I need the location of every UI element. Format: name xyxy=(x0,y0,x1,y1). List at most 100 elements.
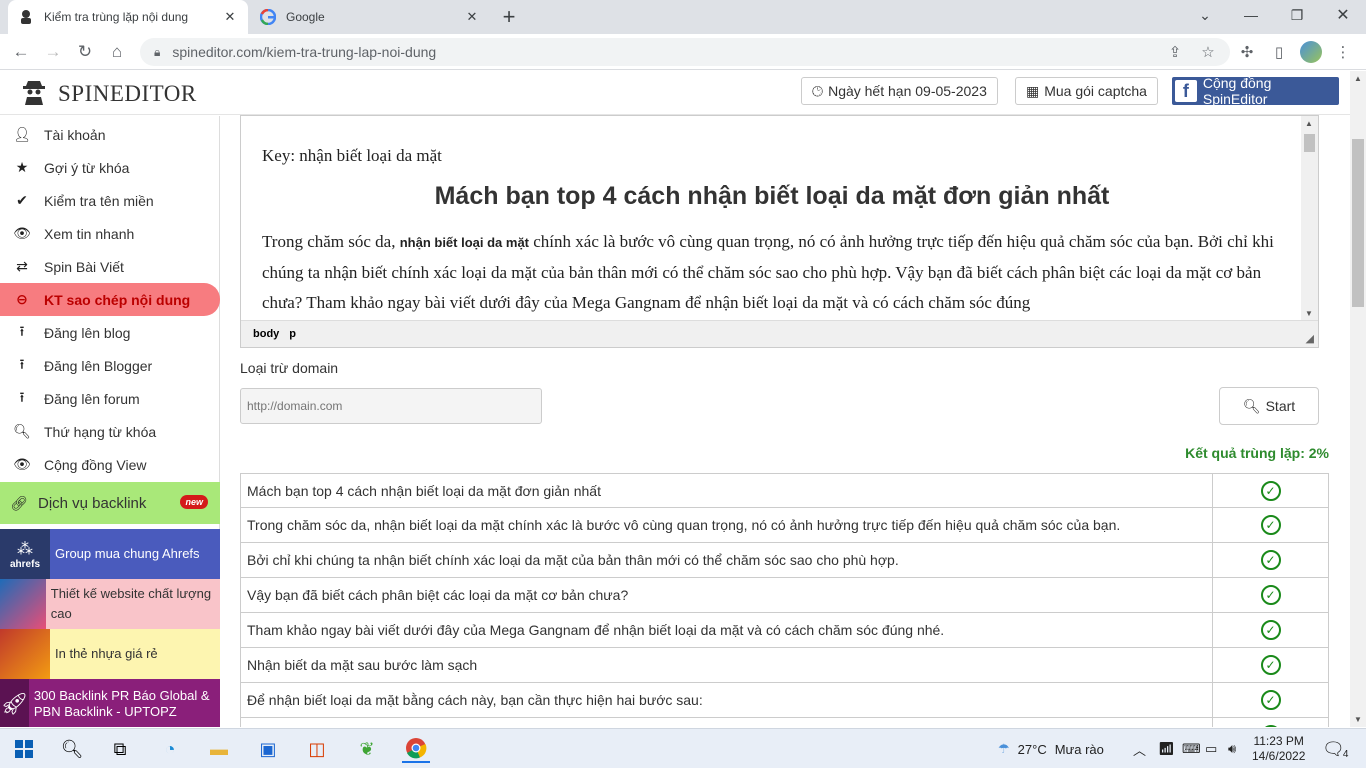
page-scroll-down-icon[interactable]: ▼ xyxy=(1354,715,1362,724)
facebook-icon: f xyxy=(1175,80,1197,102)
home-icon[interactable]: ⌂ xyxy=(104,39,130,65)
ad-ahrefs[interactable]: ⁂ ahrefs Group mua chung Ahrefs xyxy=(0,529,220,579)
sidebar-item-label: Kiểm tra tên miền xyxy=(44,192,154,209)
exclude-domain-input[interactable] xyxy=(240,388,542,424)
resize-handle-icon[interactable]: ◢ xyxy=(1306,332,1314,345)
editor-scrollbar[interactable]: ▲ ▼ xyxy=(1301,116,1318,321)
scroll-up-icon[interactable]: ▲ xyxy=(1305,119,1313,128)
sidebar-item-community-view[interactable]: 👁︎ Cộng đồng View xyxy=(0,448,220,481)
content-editor[interactable]: Key: nhận biết loại da mặt Mách bạn top … xyxy=(240,115,1319,348)
page-scroll-thumb[interactable] xyxy=(1352,139,1364,307)
sidebar-item-spin-article[interactable]: ⇄ Spin Bài Viết xyxy=(0,250,220,283)
back-icon[interactable]: ← xyxy=(8,39,34,65)
sidebar-item-account[interactable]: 👤︎ Tài khoản xyxy=(0,118,220,151)
windows-start-icon[interactable] xyxy=(10,735,38,763)
sidebar-item-post-forum[interactable]: ⭱ Đăng lên forum xyxy=(0,382,220,415)
clock-icon: 🕑︎ xyxy=(812,82,824,99)
chrome-menu-icon[interactable]: ⋮ xyxy=(1330,39,1356,65)
buy-captcha-button[interactable]: ▦ Mua gói captcha xyxy=(1015,77,1158,105)
table-row: Tham khảo ngay bài viết dưới đây của Meg… xyxy=(240,613,1329,648)
clock-time: 11:23 PM xyxy=(1253,734,1304,748)
new-tab-icon[interactable]: + xyxy=(494,2,524,32)
community-label: Cộng đồng SpinEditor xyxy=(1202,75,1272,107)
table-row: ✓ xyxy=(240,718,1329,727)
file-explorer-icon[interactable]: ▬ xyxy=(205,735,233,763)
search-icon[interactable]: 🔍︎ xyxy=(58,735,86,763)
sidebar-item-copy-check[interactable]: ⊖ KT sao chép nội dung xyxy=(0,283,220,316)
sidebar-item-label: Spin Bài Viết xyxy=(44,258,124,275)
weather-widget[interactable]: ☂ 27°C Mưa rào xyxy=(998,729,1104,769)
tray-chevron-icon[interactable]: ︿ xyxy=(1133,729,1146,769)
battery-icon[interactable]: ▭ xyxy=(1205,729,1217,769)
editor-scroll-thumb[interactable] xyxy=(1304,134,1315,152)
weather-temp: 27°C xyxy=(1017,741,1047,757)
close-window-icon[interactable]: ✕ xyxy=(1320,0,1366,30)
chrome-icon[interactable] xyxy=(402,735,430,763)
expiry-button[interactable]: 🕑︎ Ngày hết hạn 09-05-2023 xyxy=(801,77,998,105)
bookmark-star-icon[interactable]: ☆ xyxy=(1195,39,1221,65)
qr-icon: ▦ xyxy=(1026,82,1040,99)
forward-icon[interactable]: → xyxy=(40,39,66,65)
shuffle-icon: ⇄ xyxy=(16,258,28,274)
app-icon[interactable]: ❦ xyxy=(353,735,381,763)
sidebar-item-post-blogger[interactable]: ⭱ Đăng lên Blogger xyxy=(0,349,220,382)
restore-icon[interactable]: ❐ xyxy=(1274,0,1320,30)
sidebar-item-keyword-suggest[interactable]: ★ Gợi ý từ khóa xyxy=(0,151,220,184)
card-thumb xyxy=(0,629,50,679)
brand-logo[interactable]: SPINEDITOR xyxy=(22,77,197,111)
clock[interactable]: 11:23 PM 14/6/2022 xyxy=(1252,729,1305,769)
sidebar-item-post-blog[interactable]: ⭱ Đăng lên blog xyxy=(0,316,220,349)
path-p[interactable]: p xyxy=(289,328,296,340)
store-icon[interactable]: ▣ xyxy=(254,735,282,763)
profile-avatar[interactable] xyxy=(1298,39,1324,65)
check-circle-icon: ✓ xyxy=(1260,655,1281,675)
reload-icon[interactable]: ↻ xyxy=(72,39,98,65)
extensions-icon[interactable]: ✣ xyxy=(1234,39,1260,65)
scroll-down-icon[interactable]: ▼ xyxy=(1305,309,1313,318)
address-bar[interactable]: 🔒︎ spineditor.com/kiem-tra-trung-lap-noi… xyxy=(140,38,1230,66)
network-icon[interactable]: 📶︎ xyxy=(1158,729,1175,769)
community-button[interactable]: f Cộng đồng SpinEditor xyxy=(1172,75,1339,107)
volume-icon[interactable]: 🔊︎ xyxy=(1228,729,1236,769)
ad-uptopz[interactable]: 🚀︎ 300 Backlink PR Báo Global & PBN Back… xyxy=(0,679,220,727)
tab-close-icon[interactable]: ✕ xyxy=(464,9,480,25)
page-scroll-up-icon[interactable]: ▲ xyxy=(1354,74,1362,83)
page-scrollbar[interactable]: ▲ ▼ xyxy=(1350,71,1366,727)
rocket-icon: 🚀︎ xyxy=(0,679,29,727)
editor-body[interactable]: Key: nhận biết loại da mặt Mách bạn top … xyxy=(242,116,1302,321)
star-icon: ★ xyxy=(15,159,29,175)
check-circle-icon: ✓ xyxy=(1260,515,1281,535)
tab-google[interactable]: Google ✕ xyxy=(250,0,490,34)
duplicate-result-summary: Kết quả trùng lặp: 2% xyxy=(1185,445,1329,461)
ad-text: 300 Backlink PR Báo Global & PBN Backlin… xyxy=(33,688,210,719)
sidebar-item-backlink-service[interactable]: 🔗︎ Dịch vụ backlink new xyxy=(0,482,220,524)
tab-close-icon[interactable]: ✕ xyxy=(222,9,238,25)
share-icon[interactable]: ⇪ xyxy=(1162,39,1188,65)
spy-logo-icon xyxy=(22,77,46,111)
check-circle-icon: ✓ xyxy=(1260,725,1281,727)
ad-website-design[interactable]: Thiết kế website chất lượng cao xyxy=(0,579,220,629)
web-page: Key: nhận biết loại da mặt Mách bạn top … xyxy=(0,71,1366,727)
sidebar-item-quick-news[interactable]: 👁︎ Xem tin nhanh xyxy=(0,217,220,250)
minimize-icon[interactable]: — xyxy=(1228,0,1274,30)
office-icon[interactable]: ◫ xyxy=(303,735,331,763)
brand-name: SPINEDITOR xyxy=(58,81,197,106)
tab-search-chevron-icon[interactable]: ⌄ xyxy=(1182,0,1228,30)
meet-icon[interactable]: ⌨ xyxy=(1182,729,1201,769)
notification-center[interactable]: 🗨︎ 4 xyxy=(1322,729,1348,769)
result-sentence: Mách bạn top 4 cách nhận biết loại da mặ… xyxy=(241,474,1213,507)
path-body[interactable]: body xyxy=(253,328,279,340)
ahrefs-thumb-label: ahrefs xyxy=(9,558,40,570)
sidebar-item-domain-check[interactable]: ✔ Kiểm tra tên miền xyxy=(0,184,220,217)
ad-text: Thiết kế website chất lượng cao xyxy=(50,586,212,621)
result-sentence: Vậy bạn đã biết cách phân biệt các loại … xyxy=(241,578,1213,612)
tab-spineditor[interactable]: Kiểm tra trùng lặp nội dung ✕ xyxy=(8,0,248,34)
expiry-label: Ngày hết hạn 09-05-2023 xyxy=(828,83,987,99)
start-button[interactable]: 🔍︎ Start xyxy=(1219,387,1319,425)
url-text: spineditor.com/kiem-tra-trung-lap-noi-du… xyxy=(172,44,437,60)
task-view-icon[interactable]: ⧉ xyxy=(106,735,134,763)
edge-icon[interactable]: ◔ xyxy=(156,735,184,763)
side-panel-icon[interactable]: ▯ xyxy=(1266,39,1292,65)
ad-plastic-card[interactable]: In thẻ nhựa giá rẻ xyxy=(0,629,220,679)
sidebar-item-keyword-rank[interactable]: 🔍︎ Thứ hạng từ khóa xyxy=(0,415,220,448)
